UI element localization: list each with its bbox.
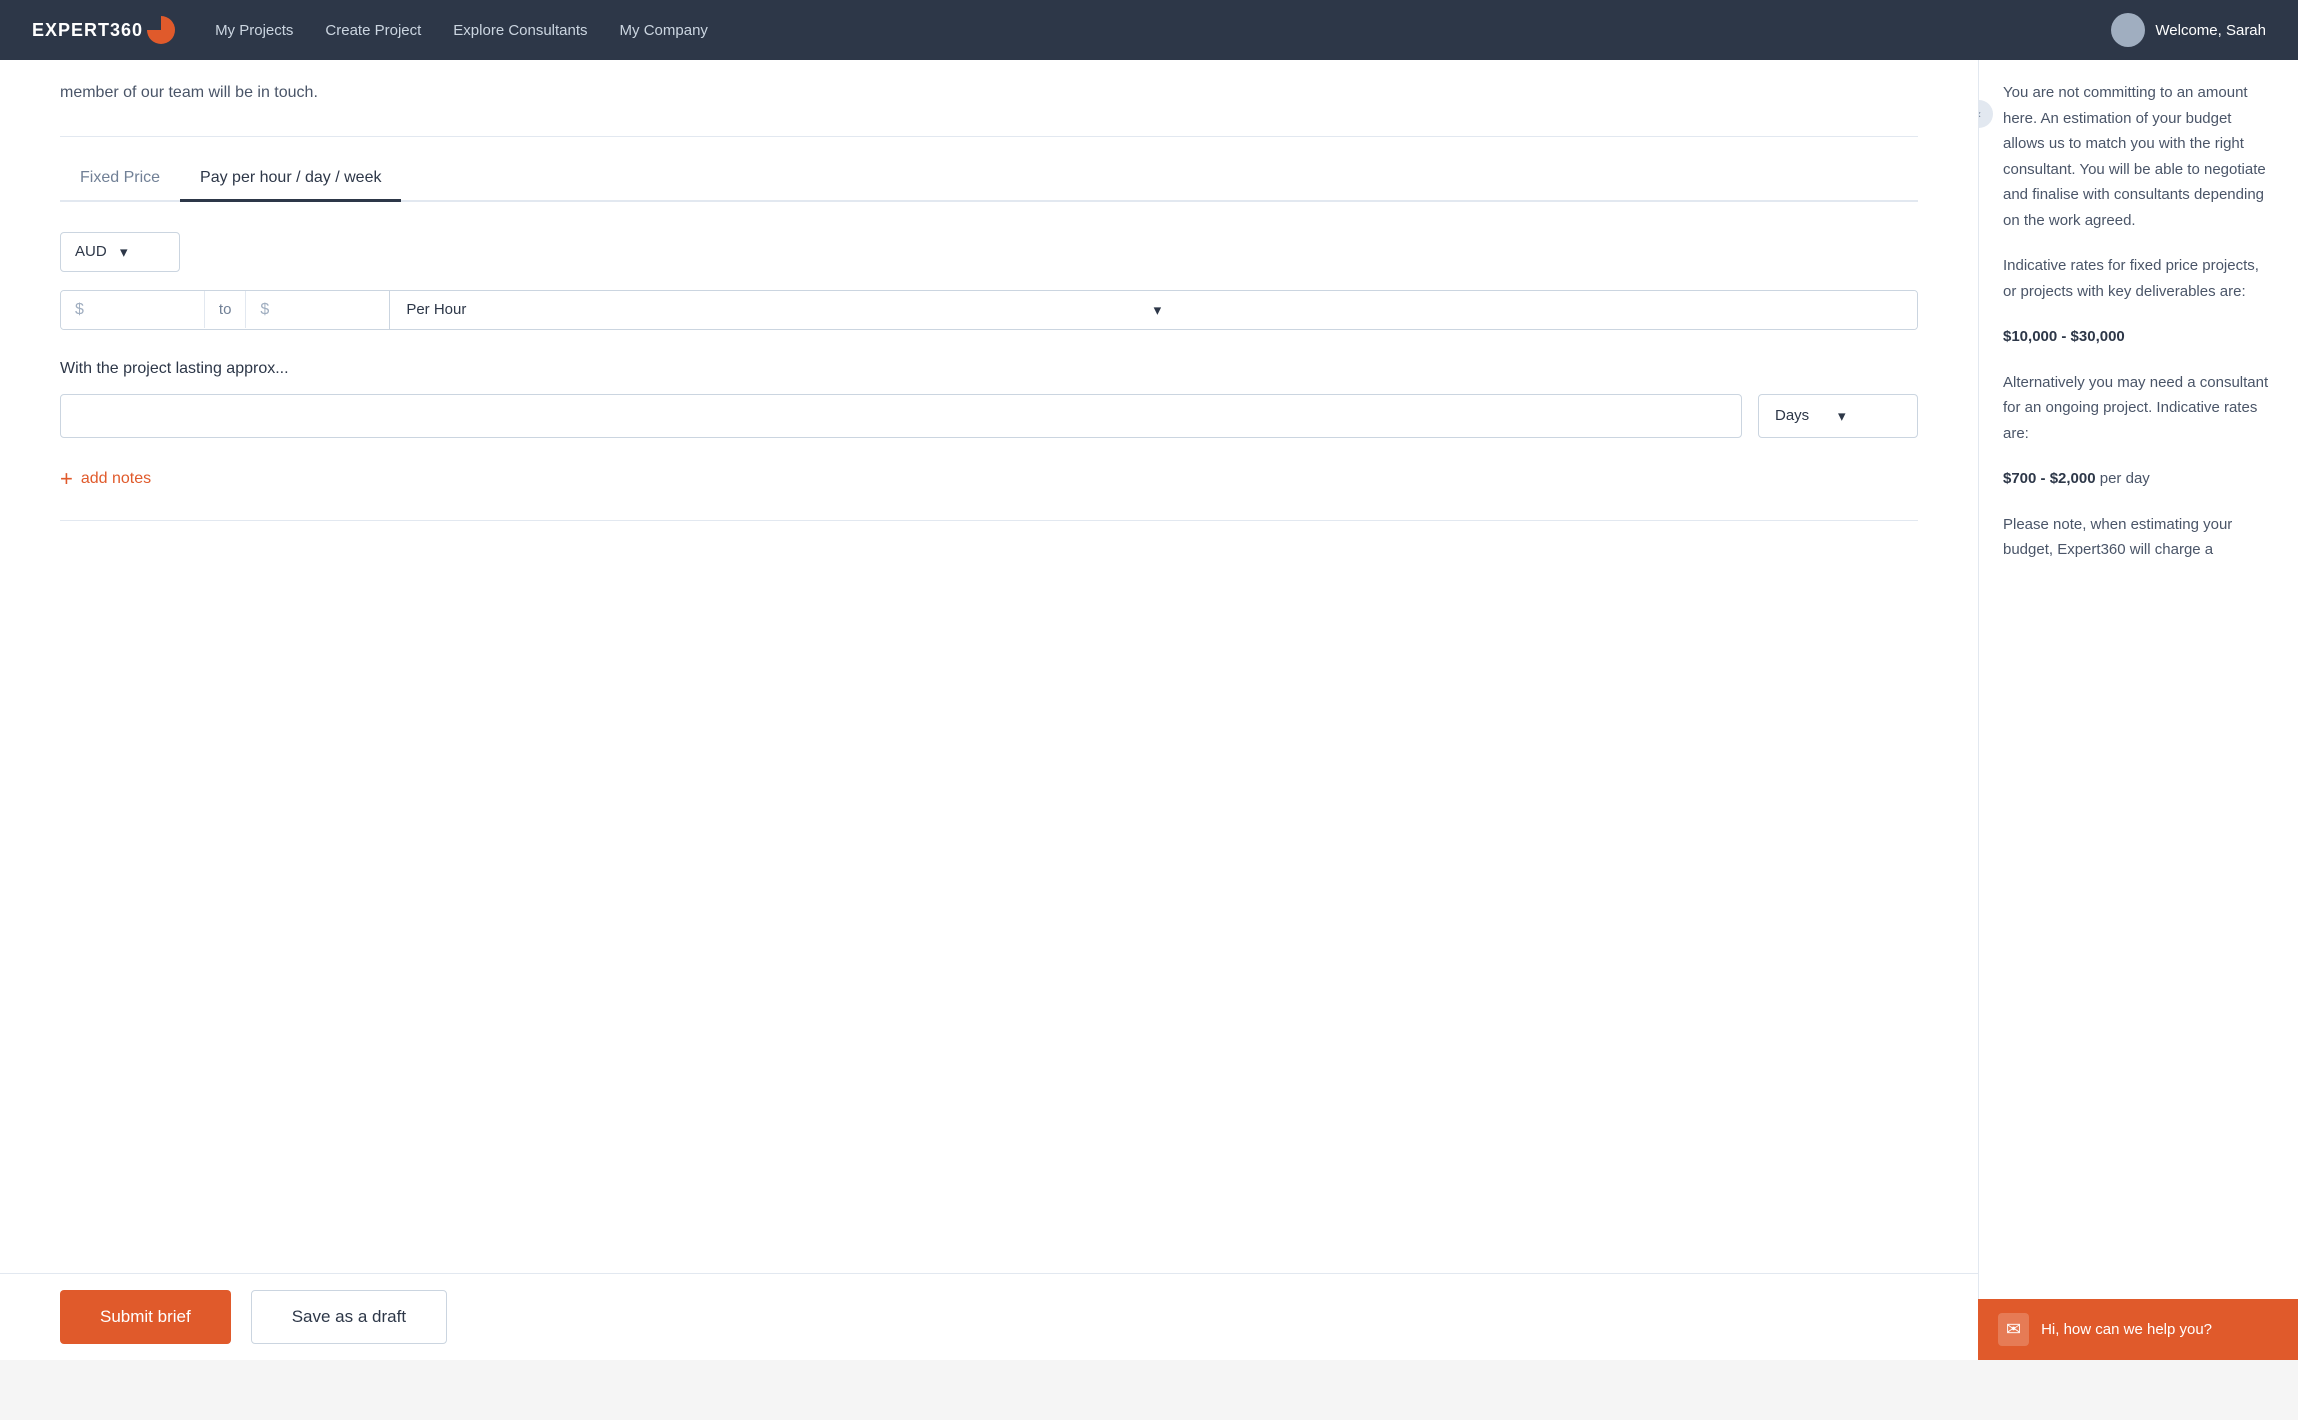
- logo: EXPERT360: [32, 16, 175, 44]
- avatar: [2111, 13, 2145, 47]
- welcome-text: Welcome, Sarah: [2155, 22, 2266, 39]
- page-layout: member of our team will be in touch. Fix…: [0, 60, 2298, 1360]
- chat-icon: ✉: [1998, 1313, 2029, 1346]
- sidebar-para-1: You are not committing to an amount here…: [2003, 80, 2274, 233]
- nav-explore-consultants[interactable]: Explore Consultants: [453, 22, 587, 39]
- pricing-tabs: Fixed Price Pay per hour / day / week: [60, 157, 1918, 202]
- add-notes-label: add notes: [81, 470, 151, 488]
- bottom-actions: Submit brief Save as a draft: [0, 1273, 1978, 1360]
- sidebar-fixed-price-range: $10,000 - $30,000: [2003, 324, 2274, 350]
- duration-unit-dropdown[interactable]: Days ▾: [1758, 394, 1918, 438]
- sidebar-day-rate: $700 - $2,000 per day: [2003, 466, 2274, 492]
- duration-input[interactable]: [60, 394, 1742, 438]
- fixed-price-range-value: $10,000 - $30,000: [2003, 328, 2125, 345]
- nav-my-company[interactable]: My Company: [620, 22, 708, 39]
- range-to-label: to: [204, 291, 247, 328]
- chat-label: Hi, how can we help you?: [2041, 1321, 2212, 1338]
- nav-my-projects[interactable]: My Projects: [215, 22, 293, 39]
- plus-icon: +: [60, 468, 73, 490]
- range-from-cell: $: [61, 291, 204, 329]
- nav-user: Welcome, Sarah: [2111, 13, 2266, 47]
- nav-create-project[interactable]: Create Project: [325, 22, 421, 39]
- per-day-label: per day: [2100, 470, 2150, 487]
- nav-links: My Projects Create Project Explore Consu…: [215, 22, 2111, 39]
- rate-range-row: $ to $ Per Hour ▾: [60, 290, 1918, 330]
- range-to-cell: $: [246, 291, 389, 329]
- dollar-icon-from: $: [75, 301, 84, 319]
- rate-unit-value: Per Hour: [406, 301, 1153, 318]
- logo-icon: [147, 16, 175, 44]
- duration-label: With the project lasting approx...: [60, 360, 1918, 378]
- day-rate-range-value: $700 - $2,000: [2003, 470, 2096, 487]
- range-from-input[interactable]: [90, 301, 190, 318]
- chevron-down-icon-unit: ▾: [1154, 301, 1901, 319]
- main-content: member of our team will be in touch. Fix…: [0, 60, 1978, 1360]
- duration-row: Days ▾: [60, 394, 1918, 438]
- sidebar-toggle[interactable]: ‹: [1978, 100, 1993, 128]
- chevron-down-icon-duration: ▾: [1838, 407, 1901, 425]
- intro-text: member of our team will be in touch.: [60, 60, 1918, 137]
- sidebar-para-4: Alternatively you may need a consultant …: [2003, 370, 2274, 447]
- currency-value: AUD: [75, 243, 120, 260]
- save-draft-button[interactable]: Save as a draft: [251, 1290, 447, 1344]
- sidebar-para-note: Please note, when estimating your budget…: [2003, 512, 2274, 563]
- rate-unit-dropdown[interactable]: Per Hour ▾: [389, 291, 1917, 329]
- right-sidebar: ‹ You are not committing to an amount he…: [1978, 60, 2298, 1360]
- logo-text: EXPERT360: [32, 20, 143, 41]
- currency-dropdown[interactable]: AUD ▾: [60, 232, 180, 272]
- chevron-down-icon: ▾: [120, 243, 165, 261]
- section-divider: [60, 520, 1918, 521]
- add-notes-button[interactable]: + add notes: [60, 468, 151, 490]
- submit-brief-button[interactable]: Submit brief: [60, 1290, 231, 1344]
- sidebar-para-2: Indicative rates for fixed price project…: [2003, 253, 2274, 304]
- dollar-icon-to: $: [260, 301, 269, 319]
- tab-fixed-price[interactable]: Fixed Price: [60, 157, 180, 202]
- duration-unit-value: Days: [1775, 407, 1838, 424]
- range-to-input[interactable]: [275, 301, 375, 318]
- tab-pay-per[interactable]: Pay per hour / day / week: [180, 157, 401, 202]
- chat-widget[interactable]: ✉ Hi, how can we help you?: [1978, 1299, 2298, 1360]
- navbar: EXPERT360 My Projects Create Project Exp…: [0, 0, 2298, 60]
